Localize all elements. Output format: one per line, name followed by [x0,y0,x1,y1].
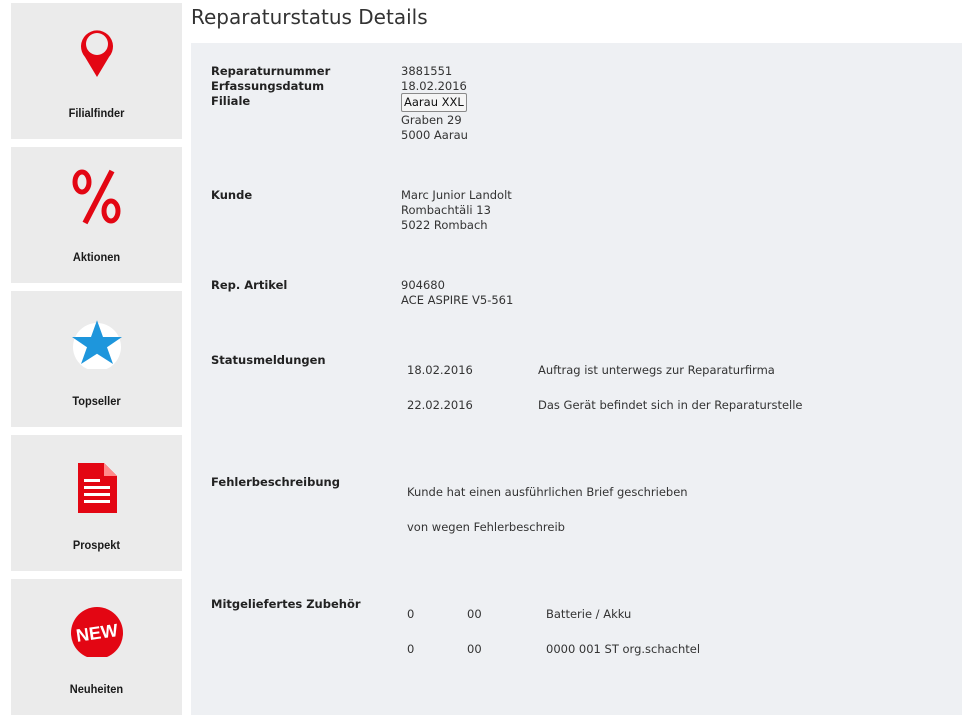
sidebar-item-label: Aktionen [72,250,121,264]
sidebar-item-label: Neuheiten [69,682,124,696]
customer-label: Kunde [211,188,253,202]
status-message: Das Gerät befindet sich in der Reparatur… [538,398,803,412]
customer-name: Marc Junior Landolt [401,188,512,202]
sidebar-item-topseller[interactable]: Topseller [11,291,182,427]
star-icon [11,313,182,369]
branch-city: 5000 Aarau [401,128,468,142]
sidebar-item-aktionen[interactable]: Aktionen [11,147,182,283]
capture-date-label: Erfassungsdatum [211,79,325,93]
sidebar-item-label: Prospekt [72,538,121,552]
sidebar-item-label: Topseller [72,394,121,408]
capture-date-value: 18.02.2016 [401,79,467,93]
branch-button[interactable]: Aarau XXL [401,93,467,112]
sidebar-item-prospekt[interactable]: Prospekt [11,435,182,571]
status-date: 22.02.2016 [407,398,473,412]
article-number: 904680 [401,278,445,292]
accessory-col1: 0 [407,642,415,656]
page-title: Reparaturstatus Details [191,5,428,29]
accessory-col2: 00 [467,642,482,656]
new-badge-icon: NEW [11,601,182,657]
status-message: Auftrag ist unterwegs zur Reparaturfirma [538,363,775,377]
status-date: 18.02.2016 [407,363,473,377]
branch-label: Filiale [211,94,251,108]
article-label: Rep. Artikel [211,278,288,292]
accessory-description: 0000 001 ST org.schachtel [546,642,701,656]
fault-line: Kunde hat einen ausführlichen Brief gesc… [407,485,688,499]
accessories-label: Mitgeliefertes Zubehör [211,597,361,611]
branch-block: Aarau XXL [401,93,467,112]
sidebar-item-label: Filialfinder [68,106,125,120]
repair-number-label: Reparaturnummer [211,64,331,78]
map-pin-icon [11,25,182,81]
sidebar-item-neuheiten[interactable]: NEW Neuheiten [11,579,182,715]
percent-icon [11,169,182,225]
fault-line: von wegen Fehlerbeschreib [407,520,565,534]
status-label: Statusmeldungen [211,353,326,367]
repair-number-value: 3881551 [401,64,453,78]
fault-label: Fehlerbeschreibung [211,475,340,489]
customer-street: Rombachtäli 13 [401,203,491,217]
accessory-description: Batterie / Akku [546,607,632,621]
customer-city: 5022 Rombach [401,218,488,232]
sidebar-item-filialfinder[interactable]: Filialfinder [11,3,182,139]
document-icon [11,457,182,513]
branch-street: Graben 29 [401,113,462,127]
article-name: ACE ASPIRE V5-561 [401,293,514,307]
accessory-col2: 00 [467,607,482,621]
accessory-col1: 0 [407,607,415,621]
